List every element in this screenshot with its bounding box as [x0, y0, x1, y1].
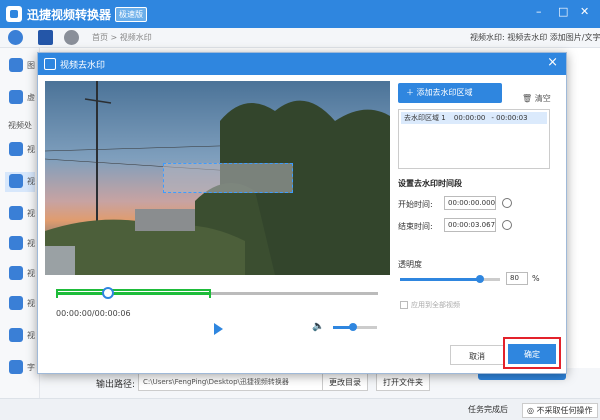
- sidebar-item-8[interactable]: 视: [5, 294, 35, 314]
- volume-slider[interactable]: [333, 323, 377, 331]
- period-title: 设置去水印时间段: [398, 179, 462, 188]
- timeline[interactable]: [56, 285, 378, 301]
- opacity-unit: %: [532, 274, 540, 283]
- start-time-label: 开始时间:: [398, 200, 433, 209]
- video-icon: [9, 296, 23, 310]
- close-icon[interactable]: ×: [547, 55, 558, 70]
- breadcrumb: 首页 > 视频水印: [92, 33, 152, 42]
- app-title: 迅捷视频转换器: [27, 8, 112, 22]
- video-icon: [9, 206, 23, 220]
- start-time-field[interactable]: 00:00:00.000: [444, 196, 496, 210]
- open-folder-button[interactable]: 打开文件夹: [376, 373, 430, 391]
- cancel-button[interactable]: 取消: [450, 345, 504, 365]
- app-logo-icon: [6, 6, 22, 22]
- list-item[interactable]: 去水印区域 1 00:00:00- 00:00:03: [401, 112, 547, 124]
- clear-button[interactable]: 🗑 清空: [522, 93, 551, 104]
- feature-icon[interactable]: [8, 30, 23, 45]
- minimize-icon[interactable]: –: [536, 5, 542, 18]
- dialog-icon: [44, 58, 56, 70]
- sidebar-item-9[interactable]: 视: [5, 326, 35, 346]
- selected-range-handles[interactable]: [56, 289, 211, 298]
- after-action-select[interactable]: ◎ 不采取任何操作: [522, 403, 598, 418]
- sidebar-item-10[interactable]: 字: [5, 358, 35, 378]
- opacity-input[interactable]: 80: [506, 272, 528, 285]
- sidebar-item-3[interactable]: 视: [5, 140, 35, 160]
- watermark-icon: [9, 174, 23, 188]
- video-icon: [9, 142, 23, 156]
- checkbox-icon: [400, 301, 408, 309]
- sidebar-item-2[interactable]: 虚: [5, 88, 35, 108]
- play-icon[interactable]: [214, 323, 223, 335]
- download-icon[interactable]: [64, 30, 79, 45]
- opacity-slider[interactable]: [400, 275, 500, 283]
- watermark-links[interactable]: 视频水印: 视频去水印 添加图片/文字水印: [470, 32, 600, 43]
- task-done-label: 任务完成后: [468, 405, 508, 414]
- edition-badge: 极速版: [115, 7, 147, 22]
- toolbar: 首页 > 视频水印 视频水印: 视频去水印 添加图片/文字水印: [0, 28, 600, 48]
- end-time-field[interactable]: 00:00:03.067: [444, 218, 496, 232]
- change-dir-button[interactable]: 更改目录: [322, 373, 368, 391]
- title-bar: 迅捷视频转换器 极速版 – □ ✕: [0, 0, 600, 28]
- virtual-icon: [9, 90, 23, 104]
- opacity-fill: [400, 278, 480, 281]
- video-icon: [9, 236, 23, 250]
- playhead-knob[interactable]: [101, 287, 114, 299]
- clock-icon[interactable]: [502, 220, 512, 230]
- timecode: 00:00:00/00:00:06: [56, 309, 131, 318]
- clock-icon[interactable]: [502, 198, 512, 208]
- ok-button[interactable]: 确定: [508, 344, 556, 364]
- play-circle-icon: [9, 328, 23, 342]
- volume-icon[interactable]: 🔈: [312, 321, 324, 332]
- output-label: 输出路径:: [96, 380, 136, 390]
- star-icon: [9, 360, 23, 374]
- region-list: 去水印区域 1 00:00:00- 00:00:03: [398, 109, 550, 169]
- opacity-knob[interactable]: [476, 275, 484, 283]
- settings-panel: ＋ 添加去水印区域 🗑 清空 去水印区域 1 00:00:00- 00:00:0…: [398, 81, 563, 341]
- sidebar: 图 虚 视频处 视 视 视 视 视 视 视 字: [0, 48, 40, 398]
- video-preview[interactable]: [45, 81, 390, 275]
- dialog-header: 视频去水印 ×: [38, 53, 566, 75]
- watermark-selection-box[interactable]: [163, 163, 293, 193]
- sidebar-item-1[interactable]: 图: [5, 56, 35, 76]
- add-region-button[interactable]: ＋ 添加去水印区域: [398, 83, 502, 103]
- maximize-icon[interactable]: □: [558, 5, 568, 18]
- end-time-label: 结束时间:: [398, 222, 433, 231]
- sidebar-item-7[interactable]: 视: [5, 264, 35, 284]
- status-bar: 任务完成后 ◎ 不采取任何操作: [0, 398, 600, 420]
- volume-knob[interactable]: [348, 323, 357, 331]
- close-window-icon[interactable]: ✕: [580, 5, 589, 18]
- apply-all-checkbox[interactable]: 应用到全部视频: [400, 300, 460, 310]
- dialog-title: 视频去水印: [60, 61, 106, 71]
- sidebar-section-label: 视频处: [8, 121, 32, 130]
- film-icon[interactable]: [38, 30, 53, 45]
- output-path-field[interactable]: C:\Users\FengPing\Desktop\迅捷视频转换器: [138, 373, 328, 391]
- sidebar-item-5[interactable]: 视: [5, 204, 35, 224]
- opacity-label: 透明度: [398, 260, 422, 269]
- video-icon: [9, 266, 23, 280]
- sidebar-item-4[interactable]: 视: [5, 172, 35, 192]
- remove-watermark-dialog: 视频去水印 × 00:00:00/00:00:06 🔈 ＋ 添加去水印区域 🗑: [37, 52, 567, 374]
- sidebar-item-6[interactable]: 视: [5, 234, 35, 254]
- image-icon: [9, 58, 23, 72]
